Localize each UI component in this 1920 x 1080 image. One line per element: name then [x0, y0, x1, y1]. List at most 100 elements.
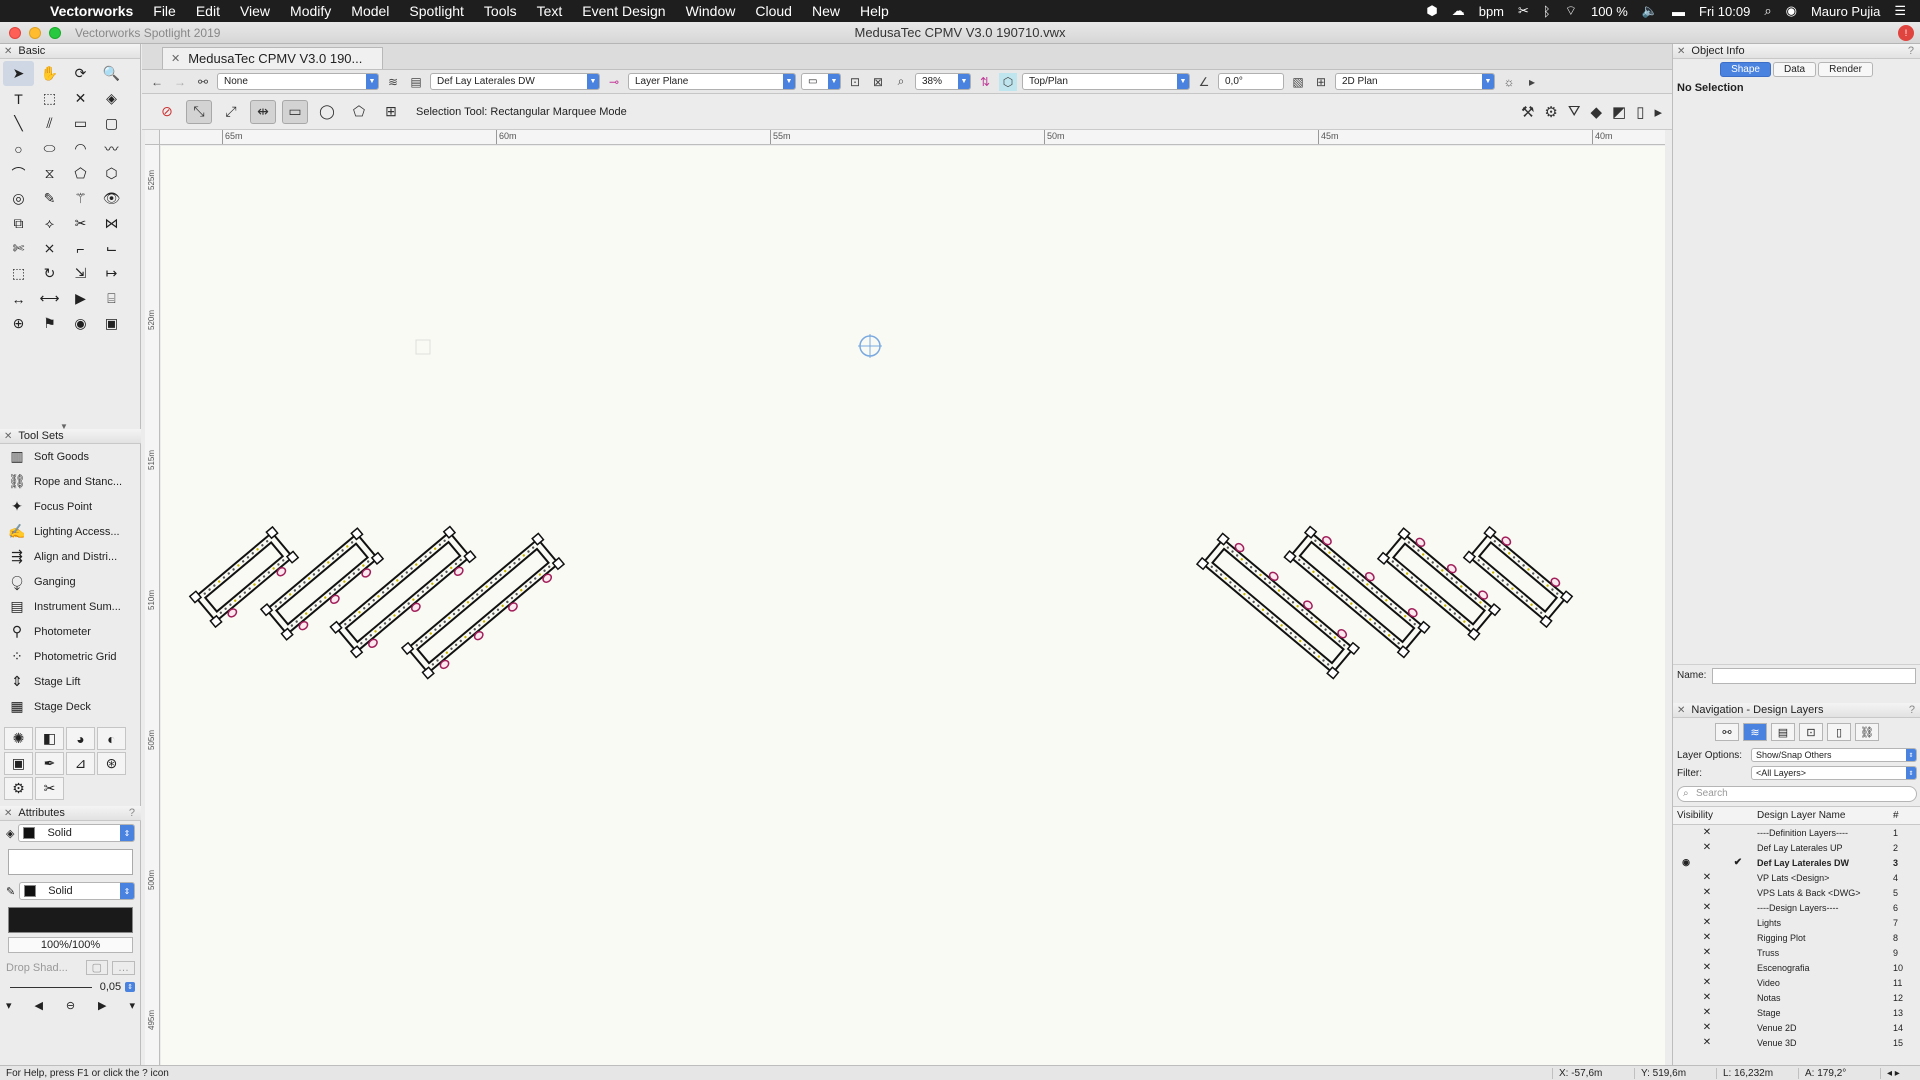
delete-tool[interactable]: ✕ [65, 86, 96, 111]
menu-modify[interactable]: Modify [280, 3, 341, 19]
fill-style-select[interactable]: Solid ⇕ [18, 824, 135, 842]
saved-views-view-icon[interactable]: ▯ [1827, 723, 1851, 741]
rotation-icon[interactable]: ∠ [1195, 73, 1213, 91]
vertical-ruler[interactable]: 525m 520m 515m 510m 505m 500m 495m [145, 145, 160, 1065]
truss-piece[interactable] [259, 527, 385, 642]
user-avatar-icon[interactable]: ◉ [1786, 3, 1797, 19]
zoom-select[interactable]: 38% ▼ [915, 73, 971, 90]
design-layers-view-icon[interactable]: ≋ [1743, 723, 1767, 741]
pan-tool[interactable]: ✋ [34, 61, 65, 86]
menu-view[interactable]: View [230, 3, 280, 19]
tool-set-item[interactable]: ▦ Stage Deck [0, 694, 141, 719]
layer-row[interactable]: ✕ Escenografia 10 [1673, 960, 1920, 975]
snap-loci-icon[interactable]: ⛛ [1568, 103, 1581, 121]
tool-set-item[interactable]: ✦ Focus Point [0, 494, 141, 519]
visibility-x-icon[interactable]: ✕ [1695, 917, 1719, 928]
menu-event-design[interactable]: Event Design [572, 3, 675, 19]
menu-text[interactable]: Text [527, 3, 573, 19]
oval-tool[interactable]: ⬭ [34, 136, 65, 161]
truss-piece[interactable] [1283, 524, 1431, 659]
layer-row[interactable]: ✕ Stage 13 [1673, 1005, 1920, 1020]
forward-arrow-icon[interactable]: → [171, 73, 189, 91]
drop-shadow-settings-button[interactable]: … [112, 960, 135, 975]
clip-tool[interactable]: ✂ [65, 211, 96, 236]
layer-search-input[interactable]: ⌕ Search [1677, 786, 1917, 802]
close-icon[interactable]: ✕ [4, 46, 12, 57]
class-select[interactable]: None ▼ [217, 73, 379, 90]
lighting-fixture[interactable] [1302, 599, 1313, 610]
pen-color-swatch[interactable] [24, 885, 37, 897]
tab-data[interactable]: Data [1772, 62, 1817, 77]
magnifier-icon[interactable]: ⌕ [892, 73, 910, 91]
double-polyline-tool[interactable]: ⧖ [34, 161, 65, 186]
tool-set-item[interactable]: ✍ Lighting Access... [0, 519, 141, 544]
menu-app[interactable]: Vectorworks [40, 3, 143, 19]
dropbox-icon[interactable]: ⬢ [1426, 3, 1437, 19]
close-window-button[interactable] [9, 26, 21, 39]
double-line-tool[interactable]: ⫽ [34, 111, 65, 136]
lock-mode-icon[interactable]: ⊞ [378, 100, 404, 124]
snap-icon[interactable]: ⚒ [1521, 103, 1534, 121]
layer-row[interactable]: ◉ ✔ Def Lay Laterales DW 3 [1673, 855, 1920, 870]
visibility-x-icon[interactable]: ✕ [1695, 977, 1719, 988]
tool-set-item[interactable]: ▤ Instrument Sum... [0, 594, 141, 619]
rectangular-marquee-icon[interactable]: ▭ [282, 99, 308, 124]
cloud-icon[interactable]: ☁ [1452, 3, 1465, 19]
working-plane-icon[interactable]: ◩ [1612, 103, 1626, 121]
close-icon[interactable]: ✕ [1677, 705, 1685, 716]
lighting-fixture[interactable] [298, 620, 309, 631]
plane-icon[interactable]: ⊸ [605, 73, 623, 91]
layer-row[interactable]: ✕ VPS Lats & Back <DWG> 5 [1673, 885, 1920, 900]
truss-piece[interactable] [400, 532, 566, 681]
tab-render[interactable]: Render [1818, 62, 1873, 77]
menu-new[interactable]: New [802, 3, 850, 19]
render-mode-select[interactable]: 2D Plan ▼ [1335, 73, 1495, 90]
layer-row[interactable]: ✕ Video 11 [1673, 975, 1920, 990]
rotate-tool[interactable]: ↻ [34, 261, 65, 286]
column-number[interactable]: # [1893, 810, 1917, 821]
layers-icon[interactable]: ≋ [384, 73, 402, 91]
lighting-fixture[interactable] [1550, 577, 1561, 588]
attribute-tool[interactable]: ◈ [96, 86, 127, 111]
menu-window[interactable]: Window [676, 3, 746, 19]
fix-tool[interactable]: ⚑ [34, 311, 65, 336]
volume-icon[interactable]: 🔈 [1642, 3, 1658, 19]
horizontal-ruler[interactable]: 65m60m55m50m45m40m35m30m25m20m15m [160, 130, 1665, 145]
lighting-fixture[interactable] [1407, 607, 1418, 618]
furniture-set-icon[interactable]: ▣ [4, 752, 33, 775]
truss-piece[interactable] [1376, 526, 1502, 641]
tool-set-item[interactable]: ⧬ Ganging [0, 569, 141, 594]
rounded-rectangle-tool[interactable]: ▢ [96, 111, 127, 136]
references-view-icon[interactable]: ⛓ [1855, 723, 1879, 741]
rectangle-tool[interactable]: ▭ [65, 111, 96, 136]
zoom-fit-icon[interactable]: ⊡ [846, 73, 864, 91]
lighting-fixture[interactable] [410, 602, 421, 613]
flag-icon[interactable]: ▬ [1672, 4, 1685, 19]
spiral-tool[interactable]: ◎ [3, 186, 34, 211]
truss-piece[interactable] [188, 525, 301, 630]
pen-style-select[interactable]: Solid ⇕ [19, 882, 135, 900]
spotlight-set-icon[interactable]: ✺ [4, 727, 33, 750]
lighting-fixture[interactable] [1478, 589, 1489, 600]
visibility-x-icon[interactable]: ✕ [1695, 932, 1719, 943]
lighting-set-icon[interactable]: ◐ [97, 727, 126, 750]
connect-combine-tool[interactable]: ⟡ [34, 211, 65, 236]
layer-row[interactable]: ✕ Notas 12 [1673, 990, 1920, 1005]
link-markers-icon[interactable]: ⊖ [66, 999, 75, 1012]
offset-tool[interactable]: ⧉ [3, 211, 34, 236]
circle-tool[interactable]: ○ [3, 136, 34, 161]
plane-select[interactable]: Layer Plane ▼ [628, 73, 796, 90]
tool-set-item[interactable]: ⇶ Align and Distri... [0, 544, 141, 569]
lighting-fixture[interactable] [541, 573, 553, 584]
ruler-origin[interactable] [145, 130, 160, 145]
help-icon[interactable]: ? [1909, 704, 1920, 716]
fillet-tool[interactable]: ⌐ [65, 236, 96, 261]
lighting-fixture[interactable] [439, 659, 450, 670]
trim-tool[interactable]: ✄ [3, 236, 34, 261]
classes-icon[interactable]: ⚯ [194, 73, 212, 91]
more-arrow-icon[interactable]: ▸ [1523, 73, 1541, 91]
menu-file[interactable]: File [143, 3, 186, 19]
view-select[interactable]: Top/Plan ▼ [1022, 73, 1190, 90]
move-by-points-tool[interactable]: ⇲ [65, 261, 96, 286]
chamfer-tool[interactable]: ⌙ [96, 236, 127, 261]
